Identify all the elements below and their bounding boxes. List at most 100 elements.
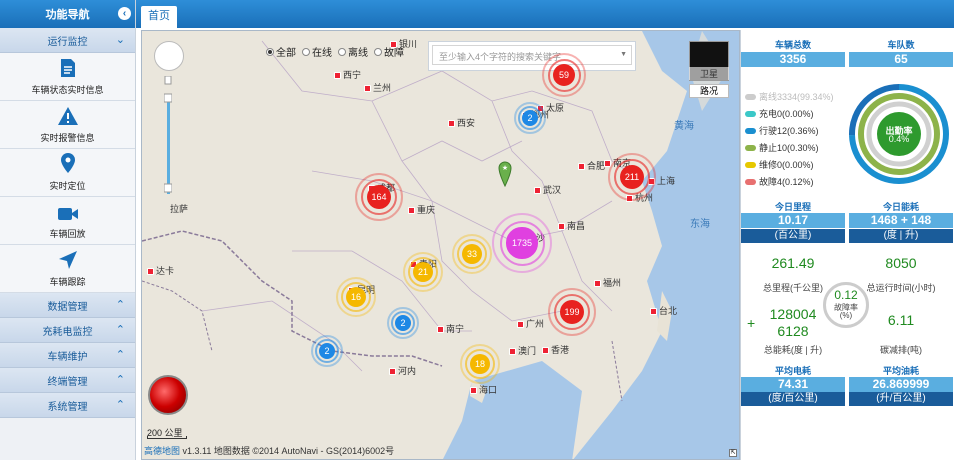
sidebar-header: 功能导航 ‹	[0, 0, 135, 28]
today-energy-label: 今日能耗	[882, 202, 919, 212]
avg-fuel-unit: (升/百公里)	[849, 392, 953, 406]
city-label: 广州	[517, 317, 544, 330]
legend-offline: 离线3334(99.34%)	[745, 88, 834, 105]
legend-label: 维修0(0.00%)	[759, 160, 814, 170]
location-pin-icon	[60, 153, 75, 173]
traffic-toggle[interactable]: 路况	[689, 84, 729, 98]
zoom-slider[interactable]	[164, 76, 172, 206]
vehicle-cluster[interactable]: 16	[336, 277, 376, 317]
alarm-button[interactable]	[148, 375, 188, 415]
sidebar-item-vehicle-track[interactable]: 车辆跟踪	[0, 245, 135, 293]
vehicle-cluster[interactable]: 18	[460, 344, 500, 384]
city-label: 西宁	[334, 68, 361, 81]
today-mileage-value: 10.17	[741, 213, 845, 228]
chevron-up-icon: ⌃	[115, 299, 125, 311]
sidebar-group-data-mgmt[interactable]: 数据管理 ⌃	[0, 293, 135, 318]
city-label: 达卡	[147, 264, 174, 277]
sidebar-item-vehicle-status[interactable]: 车辆状态实时信息	[0, 53, 135, 101]
vehicle-cluster[interactable]: 2	[514, 102, 546, 134]
city-label: 西安	[448, 116, 475, 129]
city-label: 河内	[389, 364, 416, 377]
cluster-count: 2	[527, 113, 533, 123]
vehicle-cluster[interactable]: 2	[387, 307, 419, 339]
video-camera-icon	[57, 208, 78, 220]
legend-swatch	[745, 110, 756, 117]
map-search: 至少输入4个字符的搜索关键字 ▼	[428, 41, 636, 71]
filter-label: 在线	[312, 48, 332, 59]
radio-icon	[374, 47, 382, 56]
sidebar-group-label: 数据管理	[47, 301, 88, 313]
sea-label: 黄海	[674, 121, 694, 132]
cluster-count: 164	[371, 192, 387, 202]
sidebar-group-run-monitor[interactable]: 运行监控 ⌄	[0, 28, 135, 53]
filter-all[interactable]: 全部	[266, 44, 296, 59]
vehicle-cluster[interactable]: 211	[608, 153, 656, 201]
satellite-label: 卫星	[689, 67, 729, 80]
search-input[interactable]: 至少输入4个字符的搜索关键字 ▼	[432, 45, 632, 65]
sidebar-group-maintenance[interactable]: 车辆维护 ⌃	[0, 343, 135, 368]
document-icon	[60, 59, 75, 77]
cluster-count: 211	[624, 172, 640, 182]
city-label: 福州	[594, 276, 621, 289]
fleet-count-value: 65	[849, 52, 953, 67]
vehicle-cluster[interactable]: 2	[311, 335, 343, 367]
legend-charging: 充电0(0.00%)	[745, 105, 834, 122]
vehicle-cluster[interactable]: 21	[403, 252, 443, 292]
avg-fuel-value: 26.869999	[849, 377, 953, 392]
tab-home[interactable]: 首页	[141, 6, 177, 28]
total-energy-value-b: 6128	[777, 323, 809, 339]
status-legend: 离线3334(99.34%) 充电0(0.00%) 行驶12(0.36%) 静止…	[745, 88, 834, 190]
sidebar-group-charging[interactable]: 充耗电监控 ⌃	[0, 318, 135, 343]
cluster-count: 199	[564, 307, 580, 317]
filter-label: 离线	[348, 48, 368, 59]
sidebar-item-label: 实时定位	[49, 181, 86, 191]
chevron-left-icon[interactable]: ‹	[118, 7, 131, 20]
chevron-up-icon: ⌃	[115, 349, 125, 361]
selected-vehicle-marker-icon[interactable]: ★	[498, 161, 512, 187]
map-view[interactable]: 全部 在线 离线 故障 至少输入4个字符的搜索关键字 ▼ 卫星 路况 银川 西宁 兰州…	[141, 30, 740, 460]
filter-online[interactable]: 在线	[302, 44, 332, 59]
sidebar-item-label: 车辆跟踪	[49, 277, 86, 287]
legend-label: 故障4(0.12%)	[759, 177, 814, 187]
vehicle-cluster[interactable]: 33	[452, 234, 492, 274]
today-mileage-unit: (百公里)	[741, 229, 845, 243]
city-label: 南宁	[437, 322, 464, 335]
sidebar-group-terminal[interactable]: 终端管理 ⌃	[0, 368, 135, 393]
chevron-up-icon: ⌃	[115, 399, 125, 411]
radio-icon	[266, 47, 274, 56]
expand-icon[interactable]: ⇱	[729, 449, 737, 457]
total-energy-plus: +	[747, 315, 756, 331]
total-runtime-value: 8050	[885, 255, 917, 271]
filter-label: 全部	[276, 48, 296, 59]
sidebar-item-vehicle-playback[interactable]: 车辆回放	[0, 197, 135, 245]
total-energy-label: 总能耗(度 | 升)	[763, 345, 823, 355]
map-logo: 高德地图	[144, 446, 181, 456]
filter-offline[interactable]: 离线	[338, 44, 368, 59]
vehicle-cluster[interactable]: 1735	[492, 213, 552, 273]
map-attribution-text: v1.3.11 地图数据 ©2014 AutoNavi - GS(2014)60…	[182, 446, 395, 456]
total-energy-value-a: 128004	[769, 306, 817, 322]
sidebar-item-alarm-info[interactable]: 实时报警信息	[0, 101, 135, 149]
chevron-up-icon: ⌃	[115, 374, 125, 386]
sidebar-group-system[interactable]: 系统管理 ⌃	[0, 393, 135, 418]
city-label: 海口	[470, 383, 497, 396]
avg-power-value: 74.31	[741, 377, 845, 392]
map-pan-control[interactable]	[154, 41, 184, 71]
sidebar-group-label: 车辆维护	[47, 351, 88, 363]
vehicle-cluster[interactable]: 59	[542, 53, 586, 97]
vehicle-cluster[interactable]: 164	[355, 173, 403, 221]
city-label: 澳门	[509, 344, 536, 357]
attendance-value: 0.4%	[888, 134, 910, 144]
radio-icon	[338, 47, 346, 56]
legend-label: 充电0(0.00%)	[759, 109, 814, 119]
map-scale-bar	[147, 436, 187, 439]
legend-swatch	[745, 127, 756, 134]
vehicle-cluster[interactable]: 199	[548, 288, 596, 336]
sidebar-item-realtime-location[interactable]: 实时定位	[0, 149, 135, 197]
city-label: 南昌	[558, 219, 585, 232]
legend-swatch	[745, 161, 756, 168]
cluster-count: 33	[466, 249, 477, 259]
legend-fault: 故障4(0.12%)	[745, 173, 834, 190]
search-placeholder: 至少输入4个字符的搜索关键字	[439, 52, 562, 62]
sidebar-title: 功能导航	[45, 9, 90, 21]
